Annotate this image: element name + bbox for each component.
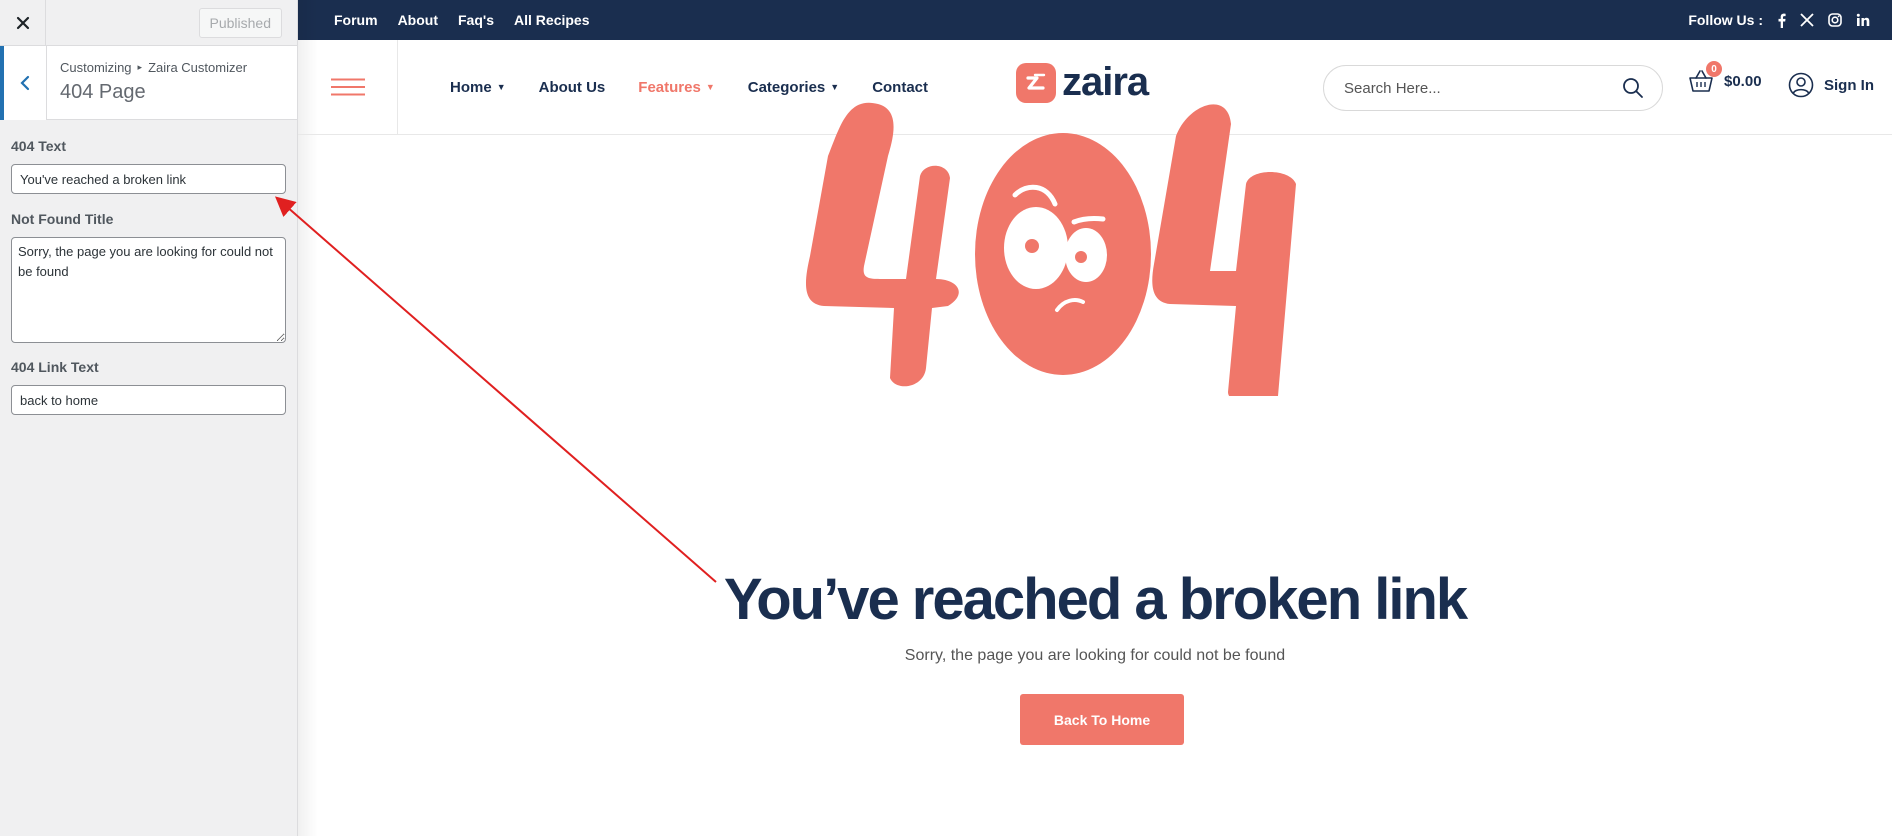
top-bar: Forum About Faq's All Recipes Follow Us … bbox=[298, 0, 1892, 40]
nav-item-label: About Us bbox=[538, 78, 606, 96]
breadcrumb-item: Customizing bbox=[60, 60, 132, 75]
chevron-left-icon bbox=[20, 75, 30, 91]
error-headline: You’ve reached a broken link bbox=[723, 567, 1468, 632]
cart-icon: 0 bbox=[1688, 61, 1722, 94]
nav-item-label: Features bbox=[638, 78, 701, 96]
cart-amount: $0.00 bbox=[1724, 72, 1762, 90]
search-box bbox=[1323, 65, 1663, 111]
facebook-icon[interactable] bbox=[1777, 13, 1786, 28]
not-found-title-textarea[interactable]: Sorry, the page you are looking for coul… bbox=[11, 237, 286, 343]
back-to-home-button[interactable]: Back To Home bbox=[1020, 694, 1184, 745]
breadcrumb-item: Zaira Customizer bbox=[148, 60, 248, 75]
chevron-down-icon: ▼ bbox=[496, 82, 506, 92]
link-field-label: 404 Link Text bbox=[11, 359, 99, 375]
site-preview: Forum About Faq's All Recipes Follow Us … bbox=[298, 0, 1892, 836]
follow-us: Follow Us : bbox=[1688, 12, 1870, 28]
404-illustration bbox=[805, 102, 1296, 396]
controls: 404 Text Not Found Title Sorry, the page… bbox=[0, 120, 297, 415]
top-link-forum[interactable]: Forum bbox=[334, 12, 378, 28]
back-button[interactable] bbox=[0, 46, 47, 120]
top-link-all-recipes[interactable]: All Recipes bbox=[514, 12, 589, 28]
top-links: Forum About Faq's All Recipes bbox=[334, 12, 590, 28]
customizer-header: Published bbox=[0, 0, 297, 46]
nav-item-label: Contact bbox=[872, 78, 929, 96]
top-link-about[interactable]: About bbox=[398, 12, 438, 28]
breadcrumb-separator-icon: ▸ bbox=[137, 62, 143, 72]
hamburger-icon bbox=[330, 78, 365, 96]
breadcrumb: Customizing ▸ Zaira Customizer bbox=[60, 60, 247, 75]
nav-item-features[interactable]: Features ▼ bbox=[638, 79, 714, 96]
chevron-down-icon: ▼ bbox=[830, 82, 840, 92]
search-icon[interactable] bbox=[1622, 77, 1644, 99]
cart-count-badge: 0 bbox=[1706, 61, 1722, 77]
cart-button[interactable]: 0 $0.00 bbox=[1688, 61, 1762, 94]
close-customizer-button[interactable] bbox=[0, 0, 46, 46]
published-button[interactable]: Published bbox=[198, 7, 282, 38]
linkedin-icon[interactable] bbox=[1856, 13, 1870, 27]
404-link-text-input[interactable] bbox=[11, 385, 286, 415]
user-icon bbox=[1788, 72, 1814, 98]
error-subtitle: Sorry, the page you are looking for coul… bbox=[904, 647, 1286, 664]
nav-item-about-us[interactable]: About Us bbox=[539, 79, 606, 96]
nav-menu: Home ▼ About Us Features ▼ Categories ▼ … bbox=[450, 79, 961, 96]
nav-item-categories[interactable]: Categories ▼ bbox=[748, 79, 839, 96]
section-title: 404 Page bbox=[60, 81, 146, 103]
sign-in-label: Sign In bbox=[1824, 76, 1874, 94]
404-text-input[interactable] bbox=[11, 164, 286, 194]
text-field-label: 404 Text bbox=[11, 138, 66, 154]
chevron-down-icon: ▼ bbox=[705, 82, 715, 92]
hamburger-menu-button[interactable] bbox=[298, 39, 398, 135]
nav-item-label: Home bbox=[450, 78, 492, 96]
customizer-sidebar: Published Customizing ▸ Zaira Customizer… bbox=[0, 0, 298, 836]
title-field-label: Not Found Title bbox=[11, 211, 114, 227]
top-link-faqs[interactable]: Faq's bbox=[458, 12, 494, 28]
follow-label: Follow Us : bbox=[1688, 12, 1763, 28]
instagram-icon[interactable] bbox=[1828, 13, 1842, 27]
x-icon[interactable] bbox=[1800, 13, 1814, 27]
section-header: Customizing ▸ Zaira Customizer 404 Page bbox=[0, 46, 297, 120]
search-input[interactable] bbox=[1344, 79, 1604, 97]
nav-item-contact[interactable]: Contact bbox=[872, 79, 928, 96]
nav-item-home[interactable]: Home ▼ bbox=[450, 79, 506, 96]
close-icon bbox=[16, 16, 29, 29]
sign-in-button[interactable]: Sign In bbox=[1788, 72, 1874, 98]
nav-item-label: Categories bbox=[747, 78, 826, 96]
